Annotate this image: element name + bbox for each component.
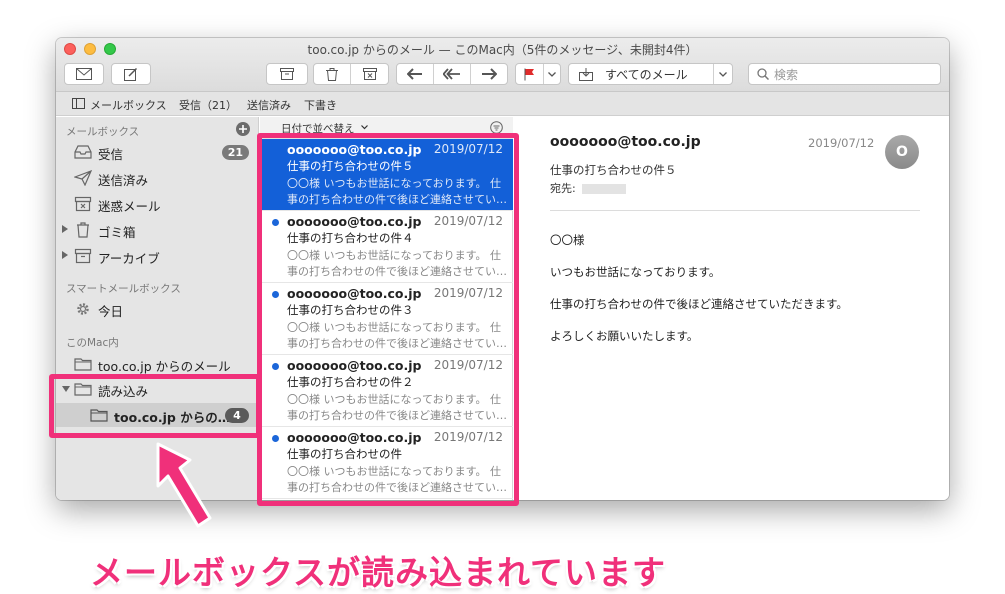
favorites-bar: メールボックス 受信（21） 送信済み 下書き (56, 92, 949, 116)
reading-pane: ooooooo@too.co.jp 2019/07/12 O 仕事の打ち合わせの… (514, 117, 949, 500)
trash-can-icon (326, 67, 338, 81)
add-mailbox-button[interactable] (236, 122, 250, 136)
smart-mailboxes-header: スマートメールボックス (66, 283, 181, 295)
sidebar-item-label: 迷惑メール (98, 199, 161, 214)
move-to-mailbox-select[interactable]: すべてのメール (568, 63, 733, 85)
sidebar-item-label: 受信 (98, 147, 124, 162)
sidebar-item-junk[interactable]: 迷惑メール (56, 192, 259, 216)
sidebar-item-label: too.co.jp からのメール (98, 359, 231, 374)
envelope-icon (76, 68, 92, 80)
folder-icon (74, 358, 92, 371)
compose-button[interactable] (111, 63, 151, 85)
reader-sender: ooooooo@too.co.jp (550, 134, 701, 150)
reply-all-button[interactable] (434, 64, 471, 84)
imported-mailbox-highlight (49, 374, 261, 438)
inbox-icon (74, 145, 92, 159)
disclosure-triangle-icon[interactable] (62, 225, 68, 233)
sidebar-item-today[interactable]: 今日 (56, 297, 259, 321)
body-line: よろしくお願いいたします。 (550, 329, 699, 343)
sidebar-item-label: アーカイブ (98, 251, 160, 266)
fav-inbox[interactable]: 受信（21） (179, 97, 237, 113)
reply-arrow-icon (407, 68, 422, 80)
archive-icon (74, 248, 92, 264)
fav-drafts[interactable]: 下書き (304, 97, 337, 113)
search-field[interactable]: 検索 (748, 63, 941, 85)
search-icon (757, 68, 769, 80)
archive-box-icon (280, 68, 294, 80)
on-my-mac-header: このMac内 (66, 337, 119, 349)
disclosure-triangle-icon[interactable] (62, 251, 68, 259)
archive-button[interactable] (266, 63, 308, 85)
move-to-box-icon (579, 67, 593, 81)
window-title: too.co.jp からのメール — このMac内（5件のメッセージ、未開封4件… (307, 43, 698, 57)
body-line: いつもお世話になっております。 (550, 265, 721, 279)
sidebar-item-sent[interactable]: 送信済み (56, 166, 259, 190)
reply-group (396, 63, 508, 85)
compose-icon (124, 67, 138, 81)
delete-button[interactable] (314, 64, 351, 84)
sidebar-item-trash[interactable]: ゴミ箱 (56, 218, 259, 242)
reader-date: 2019/07/12 (808, 136, 875, 150)
sidebar-item-label: ゴミ箱 (98, 225, 136, 240)
sidebar-item-inbox[interactable]: 受信 21 (56, 140, 259, 164)
trash-icon (77, 222, 89, 238)
junk-box-icon (362, 68, 377, 80)
titlebar: too.co.jp からのメール — このMac内（5件のメッセージ、未開封4件… (56, 38, 949, 92)
mailboxes-header: メールボックス (66, 126, 140, 138)
reader-recipient: 宛先: (550, 180, 626, 196)
sidebar-toggle-icon[interactable] (72, 98, 85, 109)
unread-count-badge: 21 (221, 145, 249, 160)
junk-icon (74, 196, 92, 212)
search-placeholder: 検索 (774, 67, 799, 82)
sidebar-item-label: 今日 (98, 304, 124, 319)
fav-sent[interactable]: 送信済み (247, 97, 291, 113)
annotation-caption: メールボックスが読み込まれています (90, 553, 667, 592)
body-line: 〇〇様 (550, 233, 585, 247)
flag-menu-button[interactable] (515, 63, 561, 85)
chevron-down-icon (548, 71, 556, 77)
mailbox-select-label: すべてのメール (605, 67, 688, 82)
redacted-recipient (581, 184, 626, 194)
chevron-down-icon (719, 72, 727, 77)
flag-button[interactable] (516, 64, 544, 84)
get-mail-button[interactable] (64, 63, 104, 85)
chevron-down-icon (361, 125, 368, 130)
junk-button[interactable] (351, 64, 388, 84)
message-list-highlight (257, 133, 519, 506)
plus-icon (239, 125, 247, 133)
fav-mailboxes[interactable]: メールボックス (90, 97, 167, 113)
sidebar-item-archive[interactable]: アーカイブ (56, 244, 259, 268)
reader-subject: 仕事の打ち合わせの件５ (550, 163, 677, 177)
reply-button[interactable] (397, 64, 434, 84)
pointer-arrow-icon (156, 442, 212, 528)
sidebar-item-too-mail[interactable]: too.co.jp からのメール (56, 352, 259, 376)
body-line: 仕事の打ち合わせの件で後ほど連絡させていただきます。 (550, 297, 848, 311)
forward-arrow-icon (482, 68, 497, 80)
forward-button[interactable] (471, 64, 507, 84)
gear-icon (77, 303, 89, 315)
reply-all-arrow-icon (443, 68, 460, 80)
flag-dropdown[interactable] (544, 64, 560, 84)
delete-junk-group (313, 63, 389, 85)
recipient-label: 宛先: (550, 182, 576, 195)
paper-plane-icon (74, 170, 92, 186)
avatar: O (885, 135, 919, 169)
sidebar-item-label: 送信済み (98, 173, 149, 188)
red-flag-icon (524, 68, 534, 80)
header-divider (550, 210, 920, 211)
